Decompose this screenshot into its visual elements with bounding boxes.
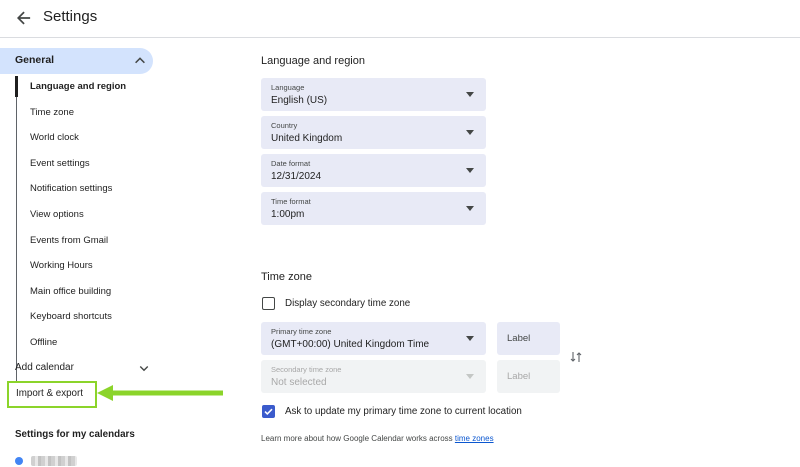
sidebar-item-notification-settings[interactable]: Notification settings [30, 183, 112, 194]
sidebar-item-keyboard-shortcuts[interactable]: Keyboard shortcuts [30, 311, 112, 322]
arrow-left-icon [17, 11, 31, 25]
learn-more-text: Learn more about how Google Calendar wor… [261, 434, 494, 443]
import-export-label: Import & export [16, 388, 83, 399]
chevron-down-icon [139, 366, 149, 372]
my-calendars-header: Settings for my calendars [15, 429, 135, 440]
swap-vertical-icon[interactable] [570, 350, 582, 364]
sidebar: General Language and region Time zone Wo… [0, 38, 240, 466]
learn-more-prefix: Learn more about how Google Calendar wor… [261, 434, 455, 443]
time-zones-link[interactable]: time zones [455, 434, 494, 443]
time-format-select-label: Time format [271, 197, 311, 206]
sidebar-general-label: General [15, 54, 55, 66]
country-select[interactable]: Country United Kingdom [261, 116, 486, 149]
top-bar: Settings [0, 0, 800, 38]
page-title: Settings [43, 8, 98, 25]
primary-time-zone-select[interactable]: Primary time zone (GMT+00:00) United Kin… [261, 322, 486, 355]
section-title-language-region: Language and region [261, 55, 365, 67]
secondary-time-zone-checkbox[interactable] [262, 297, 275, 310]
date-format-select-value: 12/31/2024 [271, 171, 322, 182]
ask-update-checkbox-label: Ask to update my primary time zone to cu… [285, 406, 522, 417]
secondary-time-zone-select: Secondary time zone Not selected [261, 360, 486, 393]
calendar-color-dot [15, 457, 23, 465]
primary-time-zone-label: Primary time zone [271, 327, 332, 336]
time-format-select-value: 1:00pm [271, 209, 305, 220]
redacted-calendar-name [31, 456, 77, 466]
caret-down-icon [466, 336, 474, 341]
sidebar-item-import-export[interactable]: Import & export [7, 381, 97, 408]
add-calendar-label: Add calendar [15, 362, 74, 373]
sidebar-item-view-options[interactable]: View options [30, 209, 84, 220]
date-format-select[interactable]: Date format 12/31/2024 [261, 154, 486, 187]
date-format-select-label: Date format [271, 159, 311, 168]
secondary-time-zone-label-input: Label [497, 360, 560, 393]
secondary-time-zone-value: Not selected [271, 377, 327, 388]
section-title-time-zone: Time zone [261, 271, 312, 283]
language-select-value: English (US) [271, 95, 328, 106]
language-select-label: Language [271, 83, 305, 92]
primary-time-zone-label-input[interactable]: Label [497, 322, 560, 355]
sidebar-item-time-zone[interactable]: Time zone [30, 107, 74, 118]
caret-down-icon [466, 374, 474, 379]
sidebar-item-event-settings[interactable]: Event settings [30, 158, 90, 169]
active-indicator [15, 76, 18, 97]
back-button[interactable] [12, 6, 36, 30]
secondary-time-zone-checkbox-label: Display secondary time zone [285, 298, 411, 309]
add-calendar-item[interactable]: Add calendar [15, 362, 150, 376]
sidebar-item-offline[interactable]: Offline [30, 337, 57, 348]
ask-update-checkbox[interactable] [262, 405, 275, 418]
label-placeholder: Label [507, 371, 531, 382]
sidebar-item-language-region[interactable]: Language and region [30, 81, 126, 92]
time-format-select[interactable]: Time format 1:00pm [261, 192, 486, 225]
sidebar-item-events-from-gmail[interactable]: Events from Gmail [30, 235, 108, 246]
sidebar-general-header[interactable]: General [0, 48, 153, 74]
caret-down-icon [466, 168, 474, 173]
caret-down-icon [466, 92, 474, 97]
language-select[interactable]: Language English (US) [261, 78, 486, 111]
label-placeholder: Label [507, 333, 531, 344]
chevron-up-icon [135, 57, 145, 64]
secondary-time-zone-label: Secondary time zone [271, 365, 342, 374]
sidebar-item-main-office-building[interactable]: Main office building [30, 286, 111, 297]
annotation-arrow-icon [97, 385, 223, 401]
caret-down-icon [466, 130, 474, 135]
primary-time-zone-value: (GMT+00:00) United Kingdom Time [271, 339, 430, 350]
country-select-value: United Kingdom [271, 133, 343, 144]
tree-line [16, 76, 17, 389]
sidebar-item-working-hours[interactable]: Working Hours [30, 260, 93, 271]
sidebar-item-world-clock[interactable]: World clock [30, 132, 79, 143]
checkmark-icon [264, 408, 273, 416]
my-calendar-item[interactable] [15, 455, 105, 467]
caret-down-icon [466, 206, 474, 211]
country-select-label: Country [271, 121, 298, 130]
